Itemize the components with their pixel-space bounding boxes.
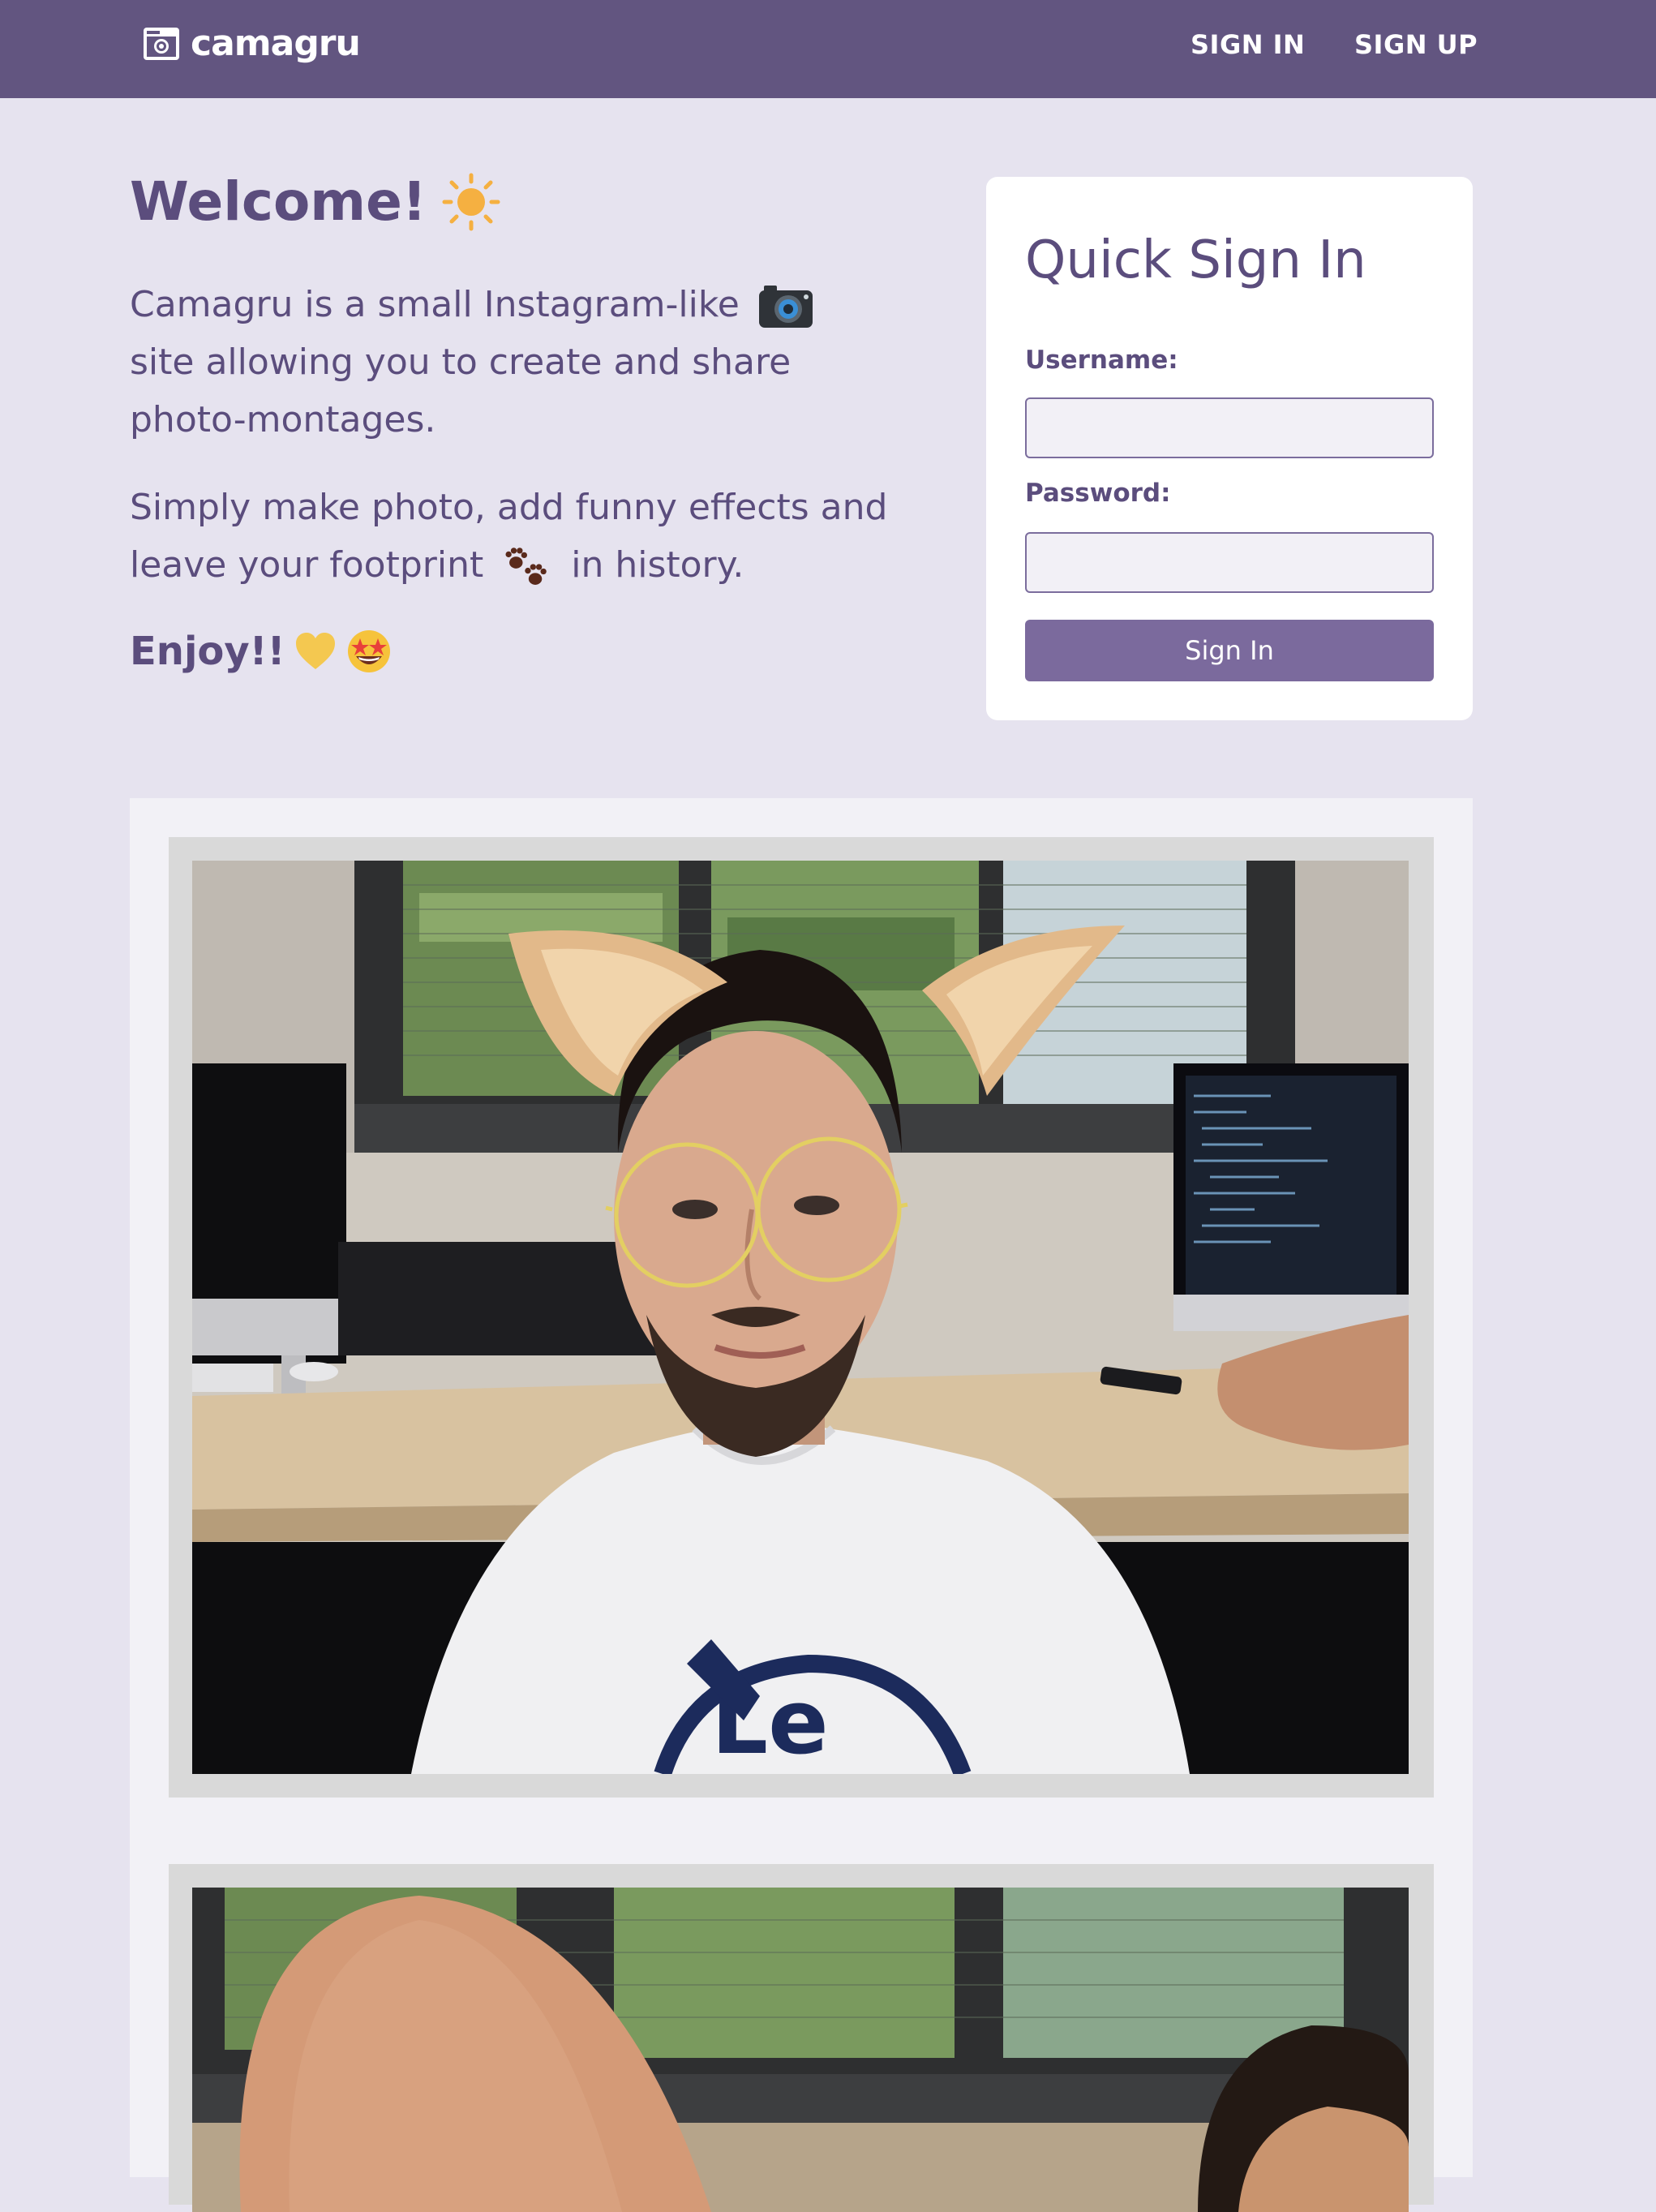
instructions-paragraph: Simply make photo, add funny effects and… bbox=[130, 479, 892, 594]
password-input[interactable] bbox=[1025, 532, 1434, 593]
photo-gallery: Le bbox=[130, 798, 1473, 2212]
intro-text-start: Camagru is a small Instagram-like bbox=[130, 284, 740, 325]
yellow-heart-icon bbox=[296, 633, 336, 669]
paw-prints-icon bbox=[505, 548, 547, 585]
intro-paragraph: Camagru is a small Instagram-like site a… bbox=[130, 276, 892, 449]
gallery-post[interactable]: Le bbox=[169, 837, 1434, 1798]
montage-photo-image bbox=[192, 1888, 1409, 2212]
montage-photo-image: Le bbox=[192, 861, 1409, 1774]
post-photo[interactable] bbox=[192, 1888, 1409, 2212]
sun-icon bbox=[442, 173, 500, 230]
sign-in-button[interactable]: Sign In bbox=[1025, 620, 1434, 681]
navbar: camagru SIGN IN SIGN UP bbox=[0, 0, 1656, 98]
camera-logo-icon bbox=[144, 27, 179, 60]
enjoy-text: Enjoy!! bbox=[130, 629, 285, 674]
username-input[interactable] bbox=[1025, 397, 1434, 458]
brand-name: camagru bbox=[191, 23, 361, 64]
welcome-title-text: Welcome! bbox=[130, 170, 427, 233]
gallery-post[interactable] bbox=[169, 1864, 1434, 2212]
brand-logo-link[interactable]: camagru bbox=[142, 23, 361, 64]
nav-sign-up-link[interactable]: SIGN UP bbox=[1354, 29, 1478, 60]
post-photo[interactable]: Le bbox=[192, 861, 1409, 1774]
quick-sign-in-card: Quick Sign In Username: Password: Sign I… bbox=[986, 177, 1473, 720]
camera-emoji-icon bbox=[758, 286, 813, 328]
nav-sign-in-link[interactable]: SIGN IN bbox=[1191, 29, 1305, 60]
welcome-heading: Welcome! bbox=[130, 170, 501, 233]
sign-in-title: Quick Sign In bbox=[1025, 230, 1366, 290]
instructions-text-end: in history. bbox=[571, 544, 744, 586]
star-struck-icon bbox=[348, 630, 391, 672]
password-label: Password: bbox=[1025, 479, 1171, 508]
intro-text-end: site allowing you to create and share ph… bbox=[130, 341, 792, 440]
enjoy-line: Enjoy!! bbox=[130, 629, 392, 674]
username-label: Username: bbox=[1025, 346, 1178, 375]
